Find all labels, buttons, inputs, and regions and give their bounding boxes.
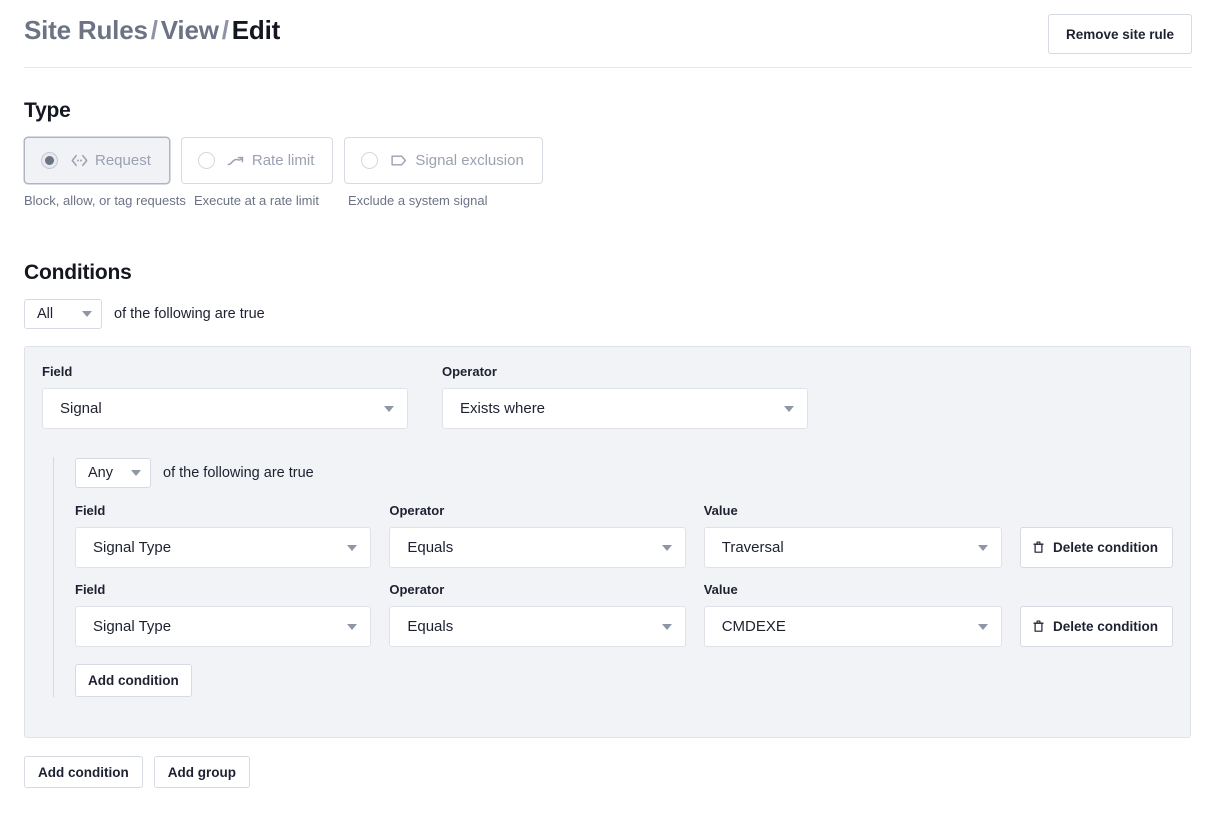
type-option-request-label: Request — [95, 152, 151, 169]
chevron-down-icon — [661, 544, 672, 551]
nested-field-column: Field Signal Type — [75, 582, 372, 647]
nested-combinator-suffix: of the following are true — [163, 465, 314, 481]
type-option-rate-limit-label: Rate limit — [251, 152, 315, 169]
type-option-rate-limit[interactable]: Rate limit — [180, 137, 334, 184]
condition-group-panel: Field Signal Operator Exists where Any o… — [24, 346, 1191, 738]
nested-value-select-2[interactable]: CMDEXE — [703, 606, 1002, 647]
breadcrumb: Site Rules / View / Edit — [24, 15, 280, 46]
nested-operator-select-1[interactable]: Equals — [389, 527, 686, 568]
chevron-down-icon — [661, 623, 672, 630]
outer-field-label: Field — [42, 364, 73, 379]
nested-operator-select-2[interactable]: Equals — [389, 606, 686, 647]
site-rule-edit-page: Site Rules / View / Edit Remove site rule Ty… — [0, 0, 1231, 813]
add-condition-button[interactable]: Add condition — [24, 756, 143, 788]
type-option-request[interactable]: Request — [24, 137, 170, 184]
nested-value-column: Value Traversal — [703, 503, 1002, 568]
nested-field-column: Field Signal Type — [75, 503, 372, 568]
add-group-button[interactable]: Add group — [153, 756, 250, 788]
breadcrumb-root[interactable]: Site Rules — [24, 15, 148, 45]
top-combinator-row: All of the following are true — [24, 299, 265, 329]
top-combinator-select[interactable]: All — [24, 299, 102, 329]
breadcrumb-separator-2: / — [221, 15, 229, 45]
nested-value-value-1: Traversal — [721, 539, 784, 556]
nested-operator-label: Operator — [389, 503, 445, 518]
nested-value-value-2: CMDEXE — [721, 618, 786, 635]
outer-field-column: Field Signal — [42, 364, 408, 429]
chevron-down-icon — [131, 470, 141, 476]
chevron-down-icon — [347, 544, 358, 551]
outer-condition-row: Field Signal Operator Exists where — [42, 364, 808, 429]
nested-condition-row: Field Signal Type Operator Equals Value — [75, 582, 1174, 647]
remove-site-rule-button[interactable]: Remove site rule — [1047, 14, 1192, 54]
type-option-signal-exclusion[interactable]: Signal exclusion — [344, 137, 543, 184]
chevron-down-icon — [978, 544, 988, 551]
nested-field-value-1: Signal Type — [93, 539, 172, 556]
radio-request[interactable] — [41, 152, 58, 169]
nested-field-label: Field — [75, 582, 106, 597]
nested-combinator-row: Any of the following are true — [75, 457, 1173, 489]
delete-condition-button-2[interactable]: Delete condition — [1020, 606, 1174, 647]
nested-operator-value-2: Equals — [407, 618, 454, 635]
type-section-title: Type — [24, 99, 71, 122]
nested-add-condition-button[interactable]: Add condition — [75, 664, 192, 697]
breadcrumb-current: Edit — [231, 15, 281, 45]
outer-operator-select[interactable]: Exists where — [442, 388, 808, 429]
outer-operator-label: Operator — [442, 364, 497, 379]
nested-operator-column: Operator Equals — [389, 582, 686, 647]
conditions-footer: Add condition Add group — [24, 756, 261, 788]
nested-value-label: Value — [703, 582, 738, 597]
delete-condition-button-1[interactable]: Delete condition — [1020, 527, 1174, 568]
type-helper-request: Block, allow, or tag requests — [24, 193, 186, 208]
nested-field-select-1[interactable]: Signal Type — [75, 527, 372, 568]
nested-condition-row: Field Signal Type Operator Equals Value — [75, 503, 1174, 568]
chevron-down-icon — [384, 405, 394, 412]
trash-icon — [1033, 541, 1044, 554]
code-brackets-icon — [70, 152, 88, 170]
nested-field-value-2: Signal Type — [93, 618, 172, 635]
type-helper-rate-limit: Execute at a rate limit — [194, 193, 319, 208]
page-header: Site Rules / View / Edit Remove site rule — [24, 0, 1192, 68]
nested-operator-value-1: Equals — [407, 539, 454, 556]
top-combinator-value: All — [37, 306, 54, 322]
chevron-down-icon — [784, 405, 794, 412]
nested-operator-column: Operator Equals — [389, 503, 686, 568]
nested-operator-label: Operator — [389, 582, 445, 597]
nested-value-label: Value — [703, 503, 738, 518]
conditions-section-title: Conditions — [24, 261, 132, 284]
type-helper-signal-exclusion: Exclude a system signal — [348, 193, 488, 208]
outer-field-value: Signal — [60, 400, 102, 417]
chevron-down-icon — [347, 623, 358, 630]
type-option-signal-exclusion-label: Signal exclusion — [415, 152, 524, 169]
top-combinator-suffix: of the following are true — [114, 306, 265, 322]
tag-icon — [390, 152, 408, 170]
trend-line-icon — [227, 152, 245, 170]
nested-combinator-select[interactable]: Any — [75, 458, 151, 488]
radio-signal-exclusion[interactable] — [361, 152, 379, 169]
nested-field-label: Field — [75, 503, 106, 518]
trash-icon — [1033, 620, 1044, 633]
delete-condition-label-1: Delete condition — [1053, 540, 1159, 555]
outer-operator-value: Exists where — [460, 400, 546, 417]
type-helper-row: Block, allow, or tag requests Execute at… — [24, 193, 487, 208]
chevron-down-icon — [978, 623, 988, 630]
nested-value-select-1[interactable]: Traversal — [703, 527, 1002, 568]
type-option-group: Request Rate limit Signal exclusion — [24, 137, 554, 184]
radio-rate-limit[interactable] — [197, 152, 215, 169]
outer-field-select[interactable]: Signal — [42, 388, 408, 429]
nested-combinator-value: Any — [88, 465, 113, 481]
nested-value-column: Value CMDEXE — [703, 582, 1002, 647]
delete-condition-label-2: Delete condition — [1053, 619, 1159, 634]
nested-condition-group: Any of the following are true Field Sign… — [53, 457, 1174, 697]
nested-field-select-2[interactable]: Signal Type — [75, 606, 372, 647]
chevron-down-icon — [82, 311, 92, 317]
breadcrumb-separator-1: / — [150, 15, 158, 45]
outer-operator-column: Operator Exists where — [442, 364, 808, 429]
breadcrumb-view[interactable]: View — [161, 15, 219, 45]
